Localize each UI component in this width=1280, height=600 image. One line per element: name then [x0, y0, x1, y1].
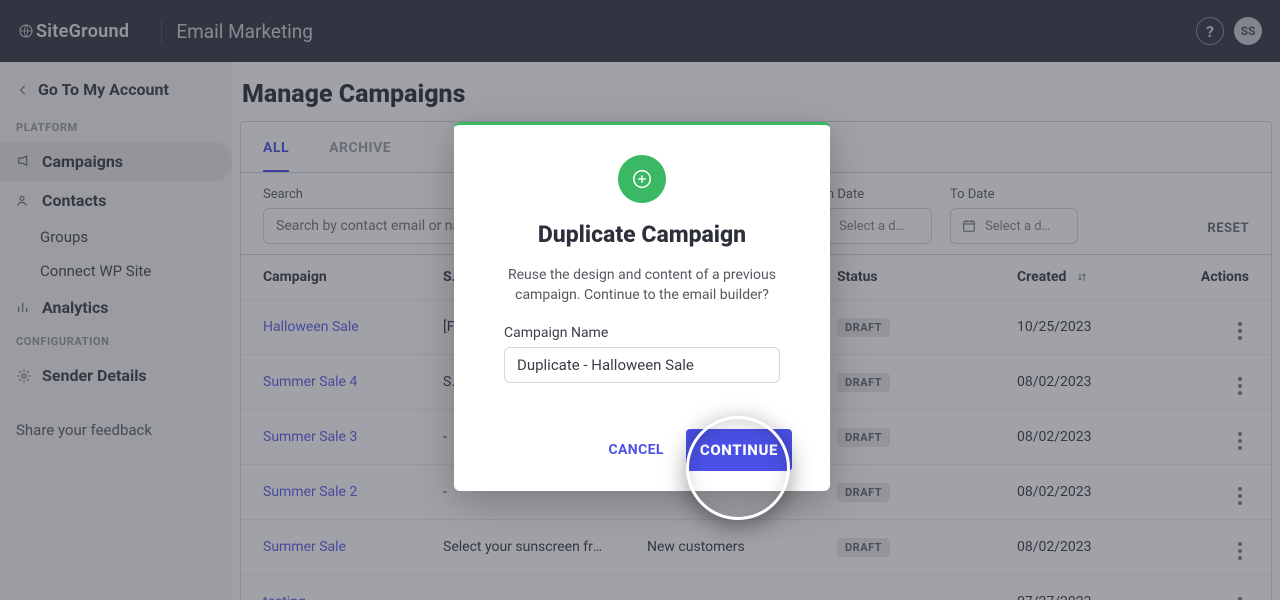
plus-icon	[631, 168, 653, 190]
continue-button[interactable]: CONTINUE	[686, 429, 792, 471]
modal-body: Reuse the design and content of a previo…	[494, 266, 790, 305]
modal-title: Duplicate Campaign	[482, 221, 802, 248]
duplicate-campaign-modal: Duplicate Campaign Reuse the design and …	[454, 122, 830, 491]
plus-circle-icon	[618, 155, 666, 203]
campaign-name-label: Campaign Name	[504, 325, 802, 341]
campaign-name-input[interactable]	[504, 347, 780, 383]
cancel-button[interactable]: CANCEL	[608, 442, 663, 458]
